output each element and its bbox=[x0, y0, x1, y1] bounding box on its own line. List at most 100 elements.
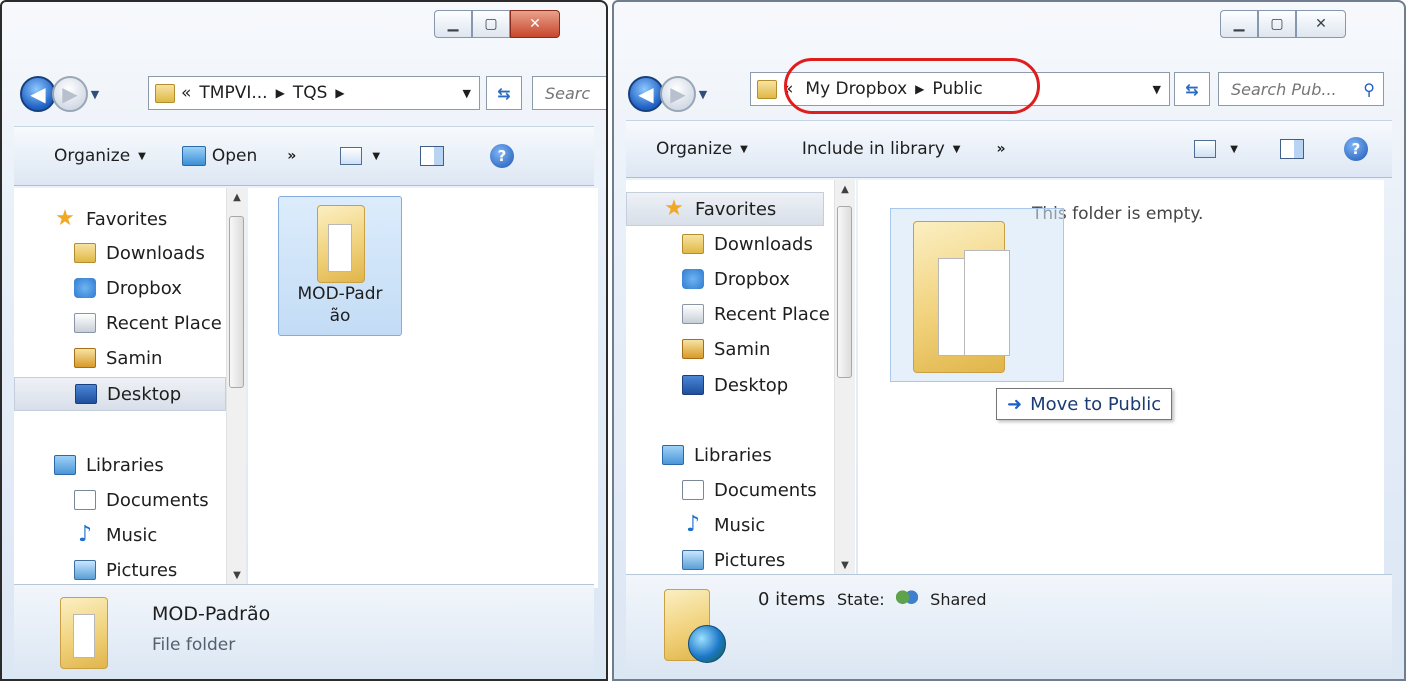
details-pane: 0 items State: Shared bbox=[626, 574, 1392, 679]
help-icon: ? bbox=[1344, 137, 1368, 161]
tree-label: Downloads bbox=[714, 233, 813, 255]
recent-pages-dropdown[interactable]: ▼ bbox=[696, 88, 710, 101]
include-in-library-menu[interactable]: Include in library ▼ bbox=[762, 139, 975, 159]
scroll-up-icon[interactable]: ▲ bbox=[227, 192, 246, 203]
refresh-icon: ⇆ bbox=[497, 83, 511, 103]
organize-menu[interactable]: Organize ▼ bbox=[626, 139, 762, 159]
more-commands-button[interactable]: » bbox=[974, 141, 1021, 157]
scroll-up-icon[interactable]: ▲ bbox=[835, 184, 855, 195]
tree-favorites[interactable]: ★ Favorites bbox=[14, 202, 167, 236]
forward-button[interactable]: ▶ bbox=[660, 76, 696, 112]
scrollbar-thumb[interactable] bbox=[837, 206, 852, 378]
tree-label: Pictures bbox=[106, 559, 178, 581]
forward-button[interactable]: ▶ bbox=[52, 76, 88, 112]
command-bar: Organize ▼ Open » ▼ ? bbox=[14, 126, 594, 186]
navigation-scrollbar[interactable]: ▲ ▼ bbox=[834, 180, 855, 578]
breadcrumb-arrow-icon[interactable]: ▶ bbox=[276, 86, 285, 100]
address-dropdown-icon[interactable]: ▼ bbox=[455, 87, 479, 100]
folder-item-mod-padrao[interactable]: MOD-Padr ão bbox=[278, 196, 402, 336]
open-button[interactable]: Open bbox=[160, 146, 271, 166]
tree-item-pictures[interactable]: Pictures bbox=[14, 553, 177, 587]
refresh-button[interactable]: ⇆ bbox=[1174, 72, 1210, 106]
open-icon bbox=[181, 146, 206, 166]
help-button[interactable]: ? bbox=[1334, 137, 1378, 161]
more-commands-button[interactable]: » bbox=[271, 148, 312, 164]
organize-label: Organize bbox=[54, 146, 131, 166]
tree-item-documents[interactable]: Documents bbox=[14, 483, 209, 517]
preview-pane-button[interactable] bbox=[1270, 139, 1314, 159]
tree-libraries[interactable]: Libraries bbox=[14, 448, 164, 482]
drag-tooltip: ➜ Move to Public bbox=[996, 388, 1173, 420]
documents-icon bbox=[682, 480, 704, 500]
star-icon: ★ bbox=[55, 206, 75, 231]
refresh-button[interactable]: ⇆ bbox=[486, 76, 522, 110]
scroll-down-icon[interactable]: ▼ bbox=[227, 570, 246, 581]
tree-item-desktop[interactable]: Desktop bbox=[626, 368, 788, 402]
details-summary: 0 items State: Shared bbox=[758, 589, 987, 610]
folder-icon bbox=[317, 205, 365, 283]
scrollbar-thumb[interactable] bbox=[229, 216, 244, 388]
scroll-down-icon[interactable]: ▼ bbox=[835, 560, 855, 571]
tree-item-music[interactable]: ♪ Music bbox=[626, 508, 765, 542]
close-button[interactable]: ✕ bbox=[1296, 10, 1346, 38]
search-input[interactable] bbox=[1219, 78, 1364, 100]
tree-item-desktop[interactable]: Desktop bbox=[14, 377, 226, 411]
tree-item-downloads[interactable]: Downloads bbox=[626, 227, 813, 261]
tree-item-samin[interactable]: Samin bbox=[626, 332, 770, 366]
close-button[interactable]: ✕ bbox=[510, 10, 560, 38]
search-box[interactable]: ⚲ bbox=[1218, 72, 1384, 106]
chevron-down-icon: ▼ bbox=[952, 143, 961, 155]
folder-name-line1: MOD-Padr bbox=[297, 284, 383, 304]
preview-pane-button[interactable] bbox=[410, 146, 454, 166]
maximize-button[interactable]: ▢ bbox=[1258, 10, 1296, 38]
folder-icon bbox=[60, 597, 108, 669]
details-item-type: File folder bbox=[152, 635, 236, 655]
folder-name-line2: ão bbox=[329, 306, 351, 326]
help-button[interactable]: ? bbox=[480, 144, 524, 168]
change-view-button[interactable]: ▼ bbox=[1184, 140, 1248, 158]
folder-icon bbox=[155, 83, 175, 103]
back-button[interactable]: ◀ bbox=[628, 76, 664, 112]
search-box[interactable] bbox=[532, 76, 606, 110]
tree-item-documents[interactable]: Documents bbox=[626, 473, 817, 507]
breadcrumb-tmpvi[interactable]: TMPVI... bbox=[199, 83, 267, 103]
navigation-pane: ★ Favorites Downloads Dropbox Recent Plac… bbox=[626, 180, 856, 578]
change-view-button[interactable]: ▼ bbox=[330, 147, 390, 165]
nav-buttons: ◀ ▶ ▼ bbox=[20, 74, 102, 114]
tree-libraries[interactable]: Libraries bbox=[626, 438, 772, 472]
tree-item-dropbox[interactable]: Dropbox bbox=[626, 262, 790, 296]
address-overflow[interactable]: « bbox=[181, 83, 191, 103]
tree-item-music[interactable]: ♪ Music bbox=[14, 518, 157, 552]
minimize-button[interactable]: ▁ bbox=[1220, 10, 1258, 38]
back-button[interactable]: ◀ bbox=[20, 76, 56, 112]
organize-menu[interactable]: Organize ▼ bbox=[14, 146, 160, 166]
tree-item-dropbox[interactable]: Dropbox bbox=[14, 271, 182, 305]
search-input[interactable] bbox=[533, 82, 606, 104]
drag-tooltip-label: Move to Public bbox=[1030, 393, 1162, 415]
tree-item-recent-places[interactable]: Recent Place bbox=[626, 297, 830, 331]
tree-label: Samin bbox=[106, 347, 163, 369]
explorer-window-left: ▁ ▢ ✕ ◀ ▶ ▼ « TMPVI... ▶ TQS ▶ ▼ ⇆ Organ… bbox=[0, 0, 608, 681]
globe-icon bbox=[688, 625, 726, 663]
tree-item-pictures[interactable]: Pictures bbox=[626, 543, 785, 577]
recent-pages-dropdown[interactable]: ▼ bbox=[88, 88, 102, 101]
navigation-scrollbar[interactable]: ▲ ▼ bbox=[226, 188, 246, 588]
breadcrumb-tqs[interactable]: TQS bbox=[293, 83, 328, 103]
tree-favorites[interactable]: ★ Favorites bbox=[626, 192, 824, 226]
tree-item-downloads[interactable]: Downloads bbox=[14, 236, 205, 270]
address-dropdown-icon[interactable]: ▼ bbox=[1145, 83, 1169, 96]
nav-buttons: ◀ ▶ ▼ bbox=[628, 74, 710, 114]
tree-item-samin[interactable]: Samin bbox=[14, 341, 162, 375]
desktop-icon bbox=[75, 384, 97, 404]
breadcrumb-arrow-icon[interactable]: ▶ bbox=[335, 86, 344, 100]
open-label: Open bbox=[211, 146, 258, 166]
maximize-button[interactable]: ▢ bbox=[472, 10, 510, 38]
preview-pane-icon bbox=[420, 146, 445, 166]
shared-icon bbox=[896, 590, 919, 608]
minimize-button[interactable]: ▁ bbox=[434, 10, 472, 38]
address-bar[interactable]: « TMPVI... ▶ TQS ▶ ▼ bbox=[148, 76, 480, 110]
arrow-left-icon: ◀ bbox=[30, 82, 46, 106]
tree-item-recent-places[interactable]: Recent Place bbox=[14, 306, 222, 340]
libraries-icon bbox=[54, 455, 76, 475]
pictures-icon bbox=[74, 560, 96, 580]
